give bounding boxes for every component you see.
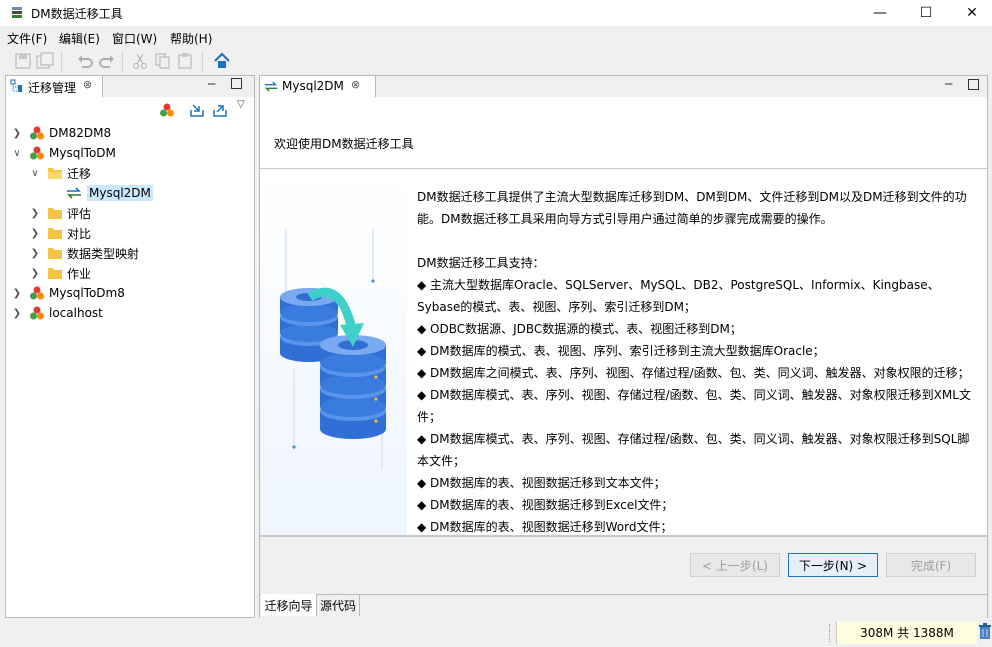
home-icon[interactable] xyxy=(213,52,231,70)
close-button[interactable]: ✕ xyxy=(949,0,992,26)
expand-icon[interactable]: ❯ xyxy=(11,288,23,299)
close-tab-icon[interactable]: ⊗ xyxy=(351,78,360,91)
tree-item-label: 评估 xyxy=(67,206,92,221)
intro-paragraph: DM数据迁移工具提供了主流大型数据库迁移到DM、DM到DM、文件迁移到DM以及D… xyxy=(417,190,967,226)
window-title: DM数据迁移工具 xyxy=(31,7,123,21)
tree-item-mysql2dm[interactable]: Mysql2DM xyxy=(11,183,251,203)
tree-item-evaluation[interactable]: ❯ 评估 xyxy=(11,203,251,223)
project-tree: ❯ DM82DM8 ∨ MysqlToDM ∨ 迁移 Mysql2DM ❯ 评估… xyxy=(11,123,251,323)
collapse-icon[interactable]: ∨ xyxy=(11,148,23,159)
menu-file[interactable]: 文件(F) xyxy=(7,30,47,47)
collapse-icon[interactable]: ∨ xyxy=(29,168,41,179)
menu-window[interactable]: 窗口(W) xyxy=(112,30,157,47)
feature-item: ◆ DM数据库模式、表、序列、视图、存储过程/函数、包、类、同义词、触发器、对象… xyxy=(417,388,971,424)
tree-view-icon xyxy=(10,79,22,92)
tree-item-label: 对比 xyxy=(67,226,92,241)
feature-item: ◆ DM数据库之间模式、表、序列、视图、存储过程/函数、包、类、同义词、触发器、… xyxy=(417,366,970,380)
tree-item-jobs[interactable]: ❯ 作业 xyxy=(11,263,251,283)
maximize-panel-icon[interactable] xyxy=(231,78,242,89)
menu-help[interactable]: 帮助(H) xyxy=(170,30,212,47)
status-separator xyxy=(829,624,831,642)
expand-icon[interactable]: ❯ xyxy=(29,268,41,279)
project-icon xyxy=(30,306,44,320)
tree-item-compare[interactable]: ❯ 对比 xyxy=(11,223,251,243)
view-menu-icon[interactable]: ▽ xyxy=(237,99,245,110)
editor-bottom-tabs xyxy=(260,594,987,618)
support-title: DM数据迁移工具支持： xyxy=(417,256,545,270)
next-button[interactable]: 下一步(N) > xyxy=(788,553,878,577)
cut-icon[interactable] xyxy=(131,52,149,70)
save-icon[interactable] xyxy=(14,52,32,70)
folder-icon xyxy=(48,248,62,259)
tree-item-dm82dm8[interactable]: ❯ DM82DM8 xyxy=(11,123,251,143)
export-icon[interactable] xyxy=(212,102,228,118)
undo-icon[interactable] xyxy=(76,52,94,70)
tree-item-datatype-mapping[interactable]: ❯ 数据类型映射 xyxy=(11,243,251,263)
maximize-button[interactable]: ☐ xyxy=(903,0,949,26)
memory-status: 308M 共 1388M xyxy=(836,621,977,644)
project-icon xyxy=(30,146,44,160)
minimize-panel-icon[interactable]: ─ xyxy=(208,77,215,91)
feature-item: ◆ ODBC数据源、JDBC数据源的模式、表、视图迁移到DM； xyxy=(417,322,742,336)
expand-icon[interactable]: ❯ xyxy=(29,228,41,239)
database-migration-illustration xyxy=(280,229,386,469)
tree-item-label: MysqlToDm8 xyxy=(49,286,125,300)
new-project-icon[interactable] xyxy=(159,102,175,118)
save-all-icon[interactable] xyxy=(36,52,54,70)
paste-icon[interactable] xyxy=(176,52,194,70)
tree-item-label: localhost xyxy=(49,306,103,320)
expand-icon[interactable]: ❯ xyxy=(11,308,23,319)
editor-tab-title: Mysql2DM xyxy=(282,79,344,93)
tree-item-migration[interactable]: ∨ 迁移 xyxy=(11,163,251,183)
expand-icon[interactable]: ❯ xyxy=(11,128,23,139)
garbage-collect-icon[interactable] xyxy=(978,623,992,640)
welcome-text: 欢迎使用DM数据迁移工具 xyxy=(274,137,414,151)
redo-icon[interactable] xyxy=(98,52,116,70)
folder-icon xyxy=(48,208,62,219)
tree-item-label: 数据类型映射 xyxy=(67,246,140,261)
import-icon[interactable] xyxy=(189,102,205,118)
copy-icon[interactable] xyxy=(154,52,172,70)
migration-icon xyxy=(264,81,278,92)
tree-item-localhost[interactable]: ❯ localhost xyxy=(11,303,251,323)
project-icon xyxy=(30,286,44,300)
folder-icon xyxy=(48,228,62,239)
description: DM数据迁移工具提供了主流大型数据库迁移到DM、DM到DM、文件迁移到DM以及D… xyxy=(417,186,979,535)
feature-item: ◆ DM数据库的模式、表、视图、序列、索引迁移到主流大型数据库Oracle； xyxy=(417,344,825,358)
tree-item-mysqltodm8[interactable]: ❯ MysqlToDm8 xyxy=(11,283,251,303)
tree-item-mysqltodm[interactable]: ∨ MysqlToDM xyxy=(11,143,251,163)
welcome-header xyxy=(260,98,987,169)
migration-icon xyxy=(67,187,81,199)
feature-item: ◆ 主流大型数据库Oracle、SQLServer、MySQL、DB2、Post… xyxy=(417,278,940,314)
project-icon xyxy=(30,126,44,140)
panel-title: 迁移管理 xyxy=(28,81,77,95)
tab-migration-wizard[interactable]: 迁移向导 xyxy=(261,594,317,616)
minimize-button[interactable]: — xyxy=(857,0,903,26)
tree-item-label: DM82DM8 xyxy=(49,126,112,140)
folder-icon xyxy=(48,268,62,279)
title-bar xyxy=(0,0,992,26)
expand-icon[interactable]: ❯ xyxy=(29,208,41,219)
tree-item-label: Mysql2DM xyxy=(87,185,153,201)
minimize-editor-icon[interactable]: ─ xyxy=(945,77,952,91)
feature-item: ◆ DM数据库模式、表、序列、视图、存储过程/函数、包、类、同义词、触发器、对象… xyxy=(417,432,970,468)
feature-item: ◆ DM数据库的表、视图数据迁移到Excel文件； xyxy=(417,498,674,512)
tab-source-code[interactable]: 源代码 xyxy=(317,594,360,616)
prev-button[interactable]: < 上一步(L) xyxy=(690,553,780,577)
menu-edit[interactable]: 编辑(E) xyxy=(59,30,100,47)
tree-item-label: 迁移 xyxy=(67,166,92,181)
feature-item: ◆ DM数据库的表、视图数据迁移到Word文件； xyxy=(417,520,673,534)
close-tab-icon[interactable]: ⊗ xyxy=(83,78,92,91)
folder-open-icon xyxy=(48,168,62,179)
maximize-editor-icon[interactable] xyxy=(968,79,979,90)
tree-item-label: MysqlToDM xyxy=(49,146,116,160)
finish-button[interactable]: 完成(F) xyxy=(886,553,976,577)
tree-item-label: 作业 xyxy=(67,266,92,281)
feature-item: ◆ DM数据库的表、视图数据迁移到文本文件； xyxy=(417,476,666,490)
expand-icon[interactable]: ❯ xyxy=(29,248,41,259)
app-icon xyxy=(12,7,22,18)
